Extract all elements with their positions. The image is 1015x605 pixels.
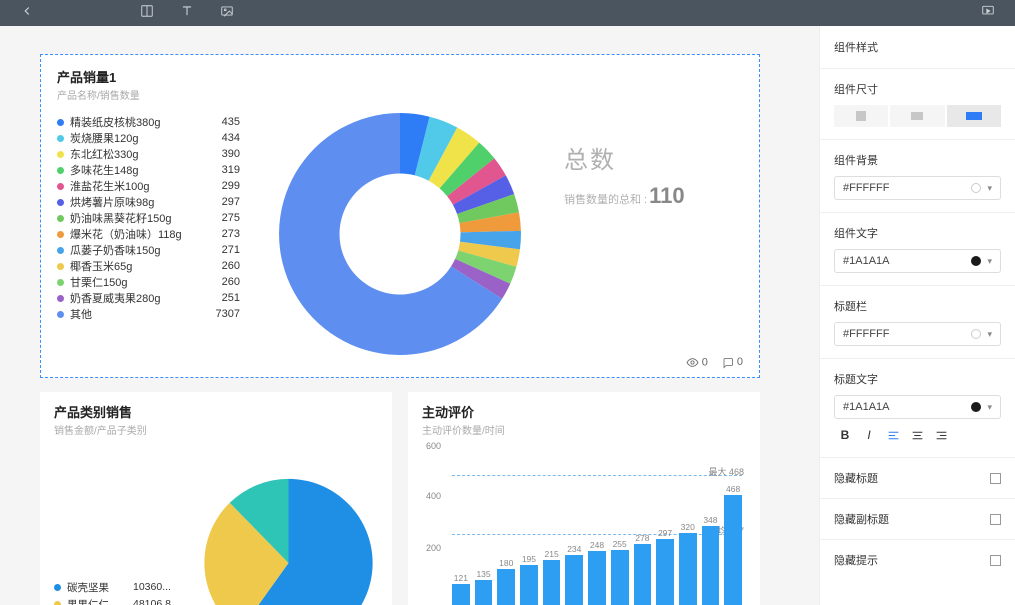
legend-item[interactable]: 瓜蒌子奶香味150g271 <box>57 242 240 258</box>
widget-title: 产品销量1 <box>57 67 743 86</box>
legend-item[interactable]: 奶油味黑葵花籽150g275 <box>57 210 240 226</box>
insert-chart-icon[interactable] <box>140 4 154 23</box>
legend-item[interactable]: 炭烧腰果120g434 <box>57 130 240 146</box>
donut-chart <box>274 108 526 360</box>
kpi-value: 110 <box>649 183 685 208</box>
widget-active-reviews[interactable]: 主动评价 主动评价数量/时间 600 400 200 最大 468 平均 237… <box>408 392 760 605</box>
legend-item[interactable]: 多味花生148g319 <box>57 162 240 178</box>
pie-chart <box>199 469 378 605</box>
hide-hint-checkbox[interactable] <box>990 555 1001 566</box>
bold-button[interactable]: B <box>834 425 856 445</box>
kpi-block: 总数 销售数量的总和 :110 <box>564 140 685 360</box>
hide-subtitle-checkbox[interactable] <box>990 514 1001 525</box>
bar-chart: 600 400 200 最大 468 平均 237 12113518019521… <box>422 441 746 605</box>
back-icon[interactable] <box>20 4 34 23</box>
text-color-field[interactable]: #1A1A1A▾ <box>834 249 1001 273</box>
widget-footer: 0 0 <box>686 356 743 369</box>
bg-color-field[interactable]: #FFFFFF▾ <box>834 176 1001 200</box>
side-panel: 组件样式 组件尺寸 组件背景 #FFFFFF▾ 组件文字 #1A1A1A▾ 标题… <box>819 26 1015 605</box>
legend-item[interactable]: 其他7307 <box>57 306 240 322</box>
legend-item[interactable]: 椰香玉米65g260 <box>57 258 240 274</box>
text-label: 组件文字 <box>834 225 1001 241</box>
hide-subtitle-label: 隐藏副标题 <box>834 511 889 527</box>
hide-hint-label: 隐藏提示 <box>834 552 878 568</box>
titletext-color-field[interactable]: #1A1A1A▾ <box>834 395 1001 419</box>
legend-item[interactable]: 甘栗仁150g260 <box>57 274 240 290</box>
size-buttons <box>834 105 1001 127</box>
widget-title: 主动评价 <box>422 402 746 421</box>
align-right-button[interactable] <box>930 425 952 445</box>
titletext-label: 标题文字 <box>834 371 1001 387</box>
legend-item[interactable]: 精装纸皮核桃380g435 <box>57 114 240 130</box>
kpi-label: 销售数量的总和 :110 <box>564 183 685 209</box>
insert-text-icon[interactable] <box>180 4 194 23</box>
legend-item[interactable]: 碳壳坚果10360... <box>54 579 189 596</box>
bg-label: 组件背景 <box>834 152 1001 168</box>
size-label: 组件尺寸 <box>834 81 1001 97</box>
titlebar-label: 标题栏 <box>834 298 1001 314</box>
panel-title: 组件样式 <box>820 26 1015 68</box>
views-icon[interactable]: 0 <box>686 356 708 369</box>
hide-title-label: 隐藏标题 <box>834 470 878 486</box>
present-icon[interactable] <box>981 4 995 23</box>
legend-item[interactable]: 东北红松330g390 <box>57 146 240 162</box>
insert-image-icon[interactable] <box>220 4 234 23</box>
legend-item[interactable]: 烘烤薯片原味98g297 <box>57 194 240 210</box>
widget-subtitle: 销售金额/产品子类别 <box>54 422 378 437</box>
widget-title: 产品类别销售 <box>54 402 378 421</box>
topbar <box>0 0 1015 26</box>
legend-item[interactable]: 爆米花（奶油味）118g273 <box>57 226 240 242</box>
widget-product-sales-1[interactable]: 产品销量1 产品名称/销售数量 精装纸皮核桃380g435炭烧腰果120g434… <box>40 54 760 378</box>
legend: 精装纸皮核桃380g435炭烧腰果120g434东北红松330g390多味花生1… <box>57 114 240 360</box>
legend-item[interactable]: 奶香夏威夷果280g251 <box>57 290 240 306</box>
canvas[interactable]: 产品销量1 产品名称/销售数量 精装纸皮核桃380g435炭烧腰果120g434… <box>0 26 819 605</box>
size-medium-button[interactable] <box>890 105 944 127</box>
toolbar <box>140 4 234 23</box>
hide-title-checkbox[interactable] <box>990 473 1001 484</box>
italic-button[interactable]: I <box>858 425 880 445</box>
kpi-title: 总数 <box>564 140 685 175</box>
size-small-button[interactable] <box>834 105 888 127</box>
ytick: 200 <box>426 543 441 553</box>
widget-category-sales[interactable]: 产品类别销售 销售金额/产品子类别 碳壳坚果10360...果果仁仁48106.… <box>40 392 392 605</box>
legend-item[interactable]: 果果仁仁48106.8 <box>54 596 189 605</box>
widget-subtitle: 产品名称/销售数量 <box>57 87 743 102</box>
align-left-button[interactable] <box>882 425 904 445</box>
size-large-button[interactable] <box>947 105 1001 127</box>
ytick: 400 <box>426 491 441 501</box>
legend: 碳壳坚果10360...果果仁仁48106.8特惠炒货21288.... <box>54 579 189 605</box>
comments-icon[interactable]: 0 <box>722 356 743 368</box>
titlebar-color-field[interactable]: #FFFFFF▾ <box>834 322 1001 346</box>
ytick: 600 <box>426 441 441 451</box>
legend-item[interactable]: 淮盐花生米100g299 <box>57 178 240 194</box>
align-center-button[interactable] <box>906 425 928 445</box>
widget-subtitle: 主动评价数量/时间 <box>422 422 746 437</box>
